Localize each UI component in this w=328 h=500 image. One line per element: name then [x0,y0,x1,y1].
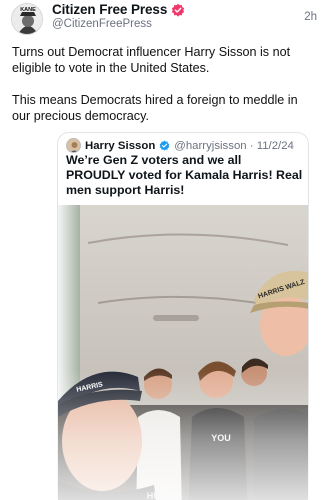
author-display-name[interactable]: Citizen Free Press [52,2,167,17]
quoted-header: Harry Sisson @harryjsisson · 11/2/24 [66,138,294,153]
verified-badge-icon [172,3,185,17]
quoted-photo[interactable]: YOU HARRIS WALZ HARRIS HUL [58,205,308,500]
author-avatar[interactable]: KANE [11,3,43,35]
photo-shirt-left-text: HUL [147,491,166,500]
quoted-post[interactable]: Harry Sisson @harryjsisson · 11/2/24 We’… [57,132,309,500]
quoted-display-name: Harry Sisson [85,139,156,152]
quoted-avatar [66,138,81,153]
avatar-image: KANE [12,4,42,34]
quoted-handle-date: @harryjsisson · 11/2/24 [174,139,294,152]
avatar-text: KANE [20,7,36,13]
post-timestamp[interactable]: 2h [304,11,317,23]
author-handle[interactable]: @CitizenFreePress [52,18,152,30]
quoted-text: We’re Gen Z voters and we all PROUDLY vo… [66,153,303,197]
author-name-row: Citizen Free Press [52,2,185,17]
social-post: KANE Citizen Free Press @CitizenFreePres… [0,0,328,500]
post-paragraph-1: Turns out Democrat influencer Harry Siss… [12,45,291,75]
selfie-car-photo: YOU HARRIS WALZ HARRIS HUL [58,205,308,500]
photo-shirt-text: YOU [211,433,231,443]
post-body: Turns out Democrat influencer Harry Siss… [12,44,318,140]
post-paragraph-2: This means Democrats hired a foreign to … [12,93,298,123]
quoted-verified-badge-icon [159,140,170,151]
